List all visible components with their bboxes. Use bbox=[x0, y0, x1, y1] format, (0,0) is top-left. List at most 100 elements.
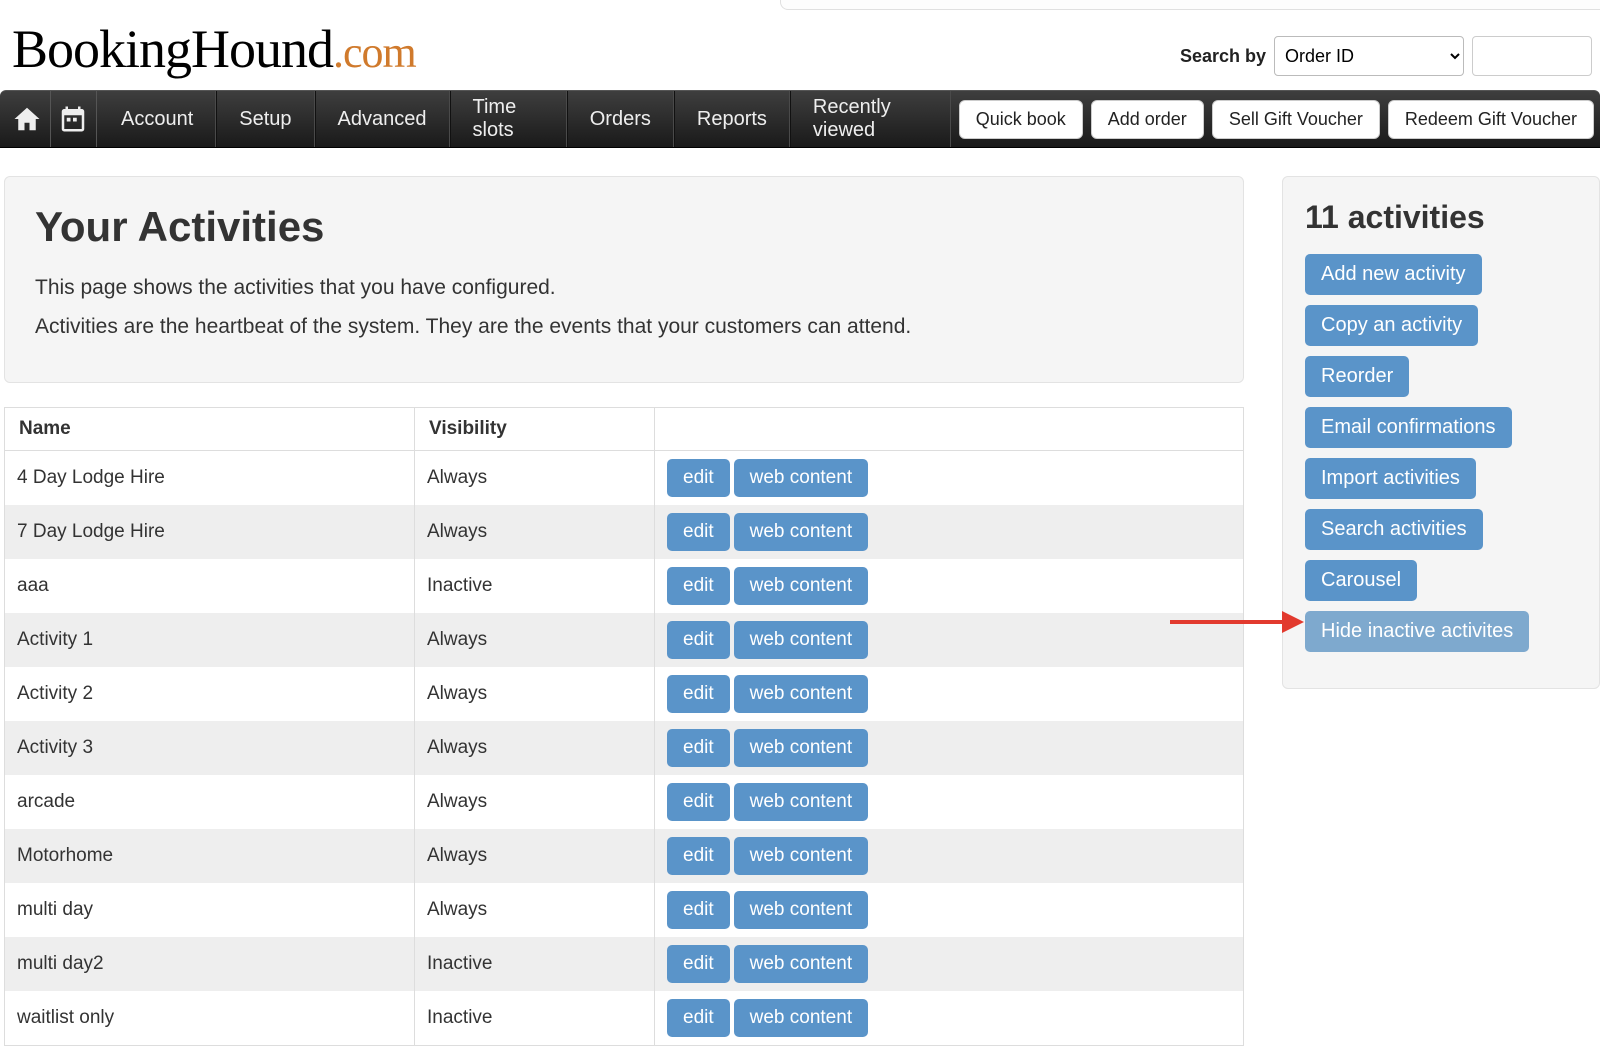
cell-visibility: Always bbox=[415, 667, 655, 721]
edit-button[interactable]: edit bbox=[667, 783, 730, 821]
logo-suffix: .com bbox=[333, 28, 416, 77]
cell-actions: editweb content bbox=[655, 721, 1244, 775]
cell-actions: editweb content bbox=[655, 775, 1244, 829]
web-content-button[interactable]: web content bbox=[734, 675, 868, 713]
table-row: waitlist onlyInactiveeditweb content bbox=[5, 991, 1244, 1046]
nav-item-account[interactable]: Account bbox=[99, 91, 216, 147]
main-column: Your Activities This page shows the acti… bbox=[4, 176, 1244, 1046]
web-content-button[interactable]: web content bbox=[734, 999, 868, 1037]
top-bar: BookingHound.com Search by Order ID bbox=[0, 0, 1600, 90]
table-row: arcadeAlwayseditweb content bbox=[5, 775, 1244, 829]
cell-name: waitlist only bbox=[5, 991, 415, 1046]
side-btn-hide-inactive-activites[interactable]: Hide inactive activites bbox=[1305, 611, 1529, 652]
edit-button[interactable]: edit bbox=[667, 567, 730, 605]
page-title: Your Activities bbox=[35, 203, 1213, 251]
nav-item-recently-viewed[interactable]: Recently viewed bbox=[790, 91, 951, 147]
edit-button[interactable]: edit bbox=[667, 729, 730, 767]
nav-item-setup[interactable]: Setup bbox=[216, 91, 314, 147]
side-btn-email-confirmations[interactable]: Email confirmations bbox=[1305, 407, 1512, 448]
cell-visibility: Always bbox=[415, 450, 655, 505]
table-row: aaaInactiveeditweb content bbox=[5, 559, 1244, 613]
cell-name: 4 Day Lodge Hire bbox=[5, 450, 415, 505]
web-content-button[interactable]: web content bbox=[734, 567, 868, 605]
side-btn-import-activities[interactable]: Import activities bbox=[1305, 458, 1476, 499]
web-content-button[interactable]: web content bbox=[734, 891, 868, 929]
web-content-button[interactable]: web content bbox=[734, 459, 868, 497]
edit-button[interactable]: edit bbox=[667, 891, 730, 929]
edit-button[interactable]: edit bbox=[667, 621, 730, 659]
table-row: MotorhomeAlways editweb content bbox=[5, 829, 1244, 883]
cell-actions: editweb content bbox=[655, 450, 1244, 505]
side-btn-carousel[interactable]: Carousel bbox=[1305, 560, 1417, 601]
cell-visibility: Always bbox=[415, 613, 655, 667]
cell-visibility: Always bbox=[415, 829, 655, 883]
nav-divider bbox=[96, 91, 97, 147]
intro-panel: Your Activities This page shows the acti… bbox=[4, 176, 1244, 383]
web-content-button[interactable]: web content bbox=[734, 729, 868, 767]
calendar-icon[interactable] bbox=[53, 98, 95, 140]
page-desc-2: Activities are the heartbeat of the syst… bbox=[35, 312, 1213, 341]
cell-actions: editweb content bbox=[655, 559, 1244, 613]
nav-divider bbox=[50, 91, 51, 147]
cell-actions: editweb content bbox=[655, 613, 1244, 667]
cell-visibility: Inactive bbox=[415, 559, 655, 613]
table-row: Activity 3Alwayseditweb content bbox=[5, 721, 1244, 775]
side-btn-reorder[interactable]: Reorder bbox=[1305, 356, 1409, 397]
search-input[interactable] bbox=[1472, 36, 1592, 76]
edit-button[interactable]: edit bbox=[667, 675, 730, 713]
side-btn-add-new-activity[interactable]: Add new activity bbox=[1305, 254, 1482, 295]
cell-actions: editweb content bbox=[655, 505, 1244, 559]
edit-button[interactable]: edit bbox=[667, 459, 730, 497]
content: Your Activities This page shows the acti… bbox=[0, 148, 1600, 1046]
cell-name: Activity 3 bbox=[5, 721, 415, 775]
top-shelf bbox=[780, 0, 1600, 10]
cell-name: Activity 2 bbox=[5, 667, 415, 721]
cell-name: Activity 1 bbox=[5, 613, 415, 667]
table-row: multi day2Inactiveeditweb content bbox=[5, 937, 1244, 991]
nav-action-redeem-gift-voucher[interactable]: Redeem Gift Voucher bbox=[1388, 100, 1594, 139]
side-heading: 11 activities bbox=[1305, 199, 1577, 236]
web-content-button[interactable]: web content bbox=[734, 513, 868, 551]
nav-action-add-order[interactable]: Add order bbox=[1091, 100, 1204, 139]
main-nav: AccountSetupAdvancedTime slotsOrdersRepo… bbox=[0, 90, 1600, 148]
nav-action-sell-gift-voucher[interactable]: Sell Gift Voucher bbox=[1212, 100, 1380, 139]
web-content-button[interactable]: web content bbox=[734, 621, 868, 659]
table-row: multi dayAlways editweb content bbox=[5, 883, 1244, 937]
col-header-actions bbox=[655, 407, 1244, 450]
cell-actions: editweb content bbox=[655, 937, 1244, 991]
side-btn-search-activities[interactable]: Search activities bbox=[1305, 509, 1483, 550]
cell-visibility: Always bbox=[415, 883, 655, 937]
web-content-button[interactable]: web content bbox=[734, 945, 868, 983]
edit-button[interactable]: edit bbox=[667, 513, 730, 551]
nav-item-time-slots[interactable]: Time slots bbox=[450, 91, 567, 147]
home-icon[interactable] bbox=[6, 98, 48, 140]
edit-button[interactable]: edit bbox=[667, 837, 730, 875]
cell-visibility: Always bbox=[415, 775, 655, 829]
table-row: Activity 1Alwayseditweb content bbox=[5, 613, 1244, 667]
web-content-button[interactable]: web content bbox=[734, 783, 868, 821]
cell-visibility: Always bbox=[415, 721, 655, 775]
nav-item-reports[interactable]: Reports bbox=[674, 91, 790, 147]
table-row: Activity 2Always editweb content bbox=[5, 667, 1244, 721]
page-desc-1: This page shows the activities that you … bbox=[35, 273, 1213, 302]
side-btn-copy-an-activity[interactable]: Copy an activity bbox=[1305, 305, 1478, 346]
col-header-visibility: Visibility bbox=[415, 407, 655, 450]
edit-button[interactable]: edit bbox=[667, 945, 730, 983]
cell-name: multi day bbox=[5, 883, 415, 937]
nav-action-quick-book[interactable]: Quick book bbox=[959, 100, 1083, 139]
logo-brand: BookingHound bbox=[12, 19, 333, 79]
search-by-select[interactable]: Order ID bbox=[1274, 36, 1464, 76]
cell-actions: editweb content bbox=[655, 991, 1244, 1046]
search-bar: Search by Order ID bbox=[1180, 36, 1592, 80]
table-row: 7 Day Lodge HireAlwayseditweb content bbox=[5, 505, 1244, 559]
edit-button[interactable]: edit bbox=[667, 999, 730, 1037]
cell-name: Motorhome bbox=[5, 829, 415, 883]
cell-name: arcade bbox=[5, 775, 415, 829]
table-header-row: Name Visibility bbox=[5, 407, 1244, 450]
cell-name: aaa bbox=[5, 559, 415, 613]
cell-visibility: Inactive bbox=[415, 991, 655, 1046]
web-content-button[interactable]: web content bbox=[734, 837, 868, 875]
activities-table: Name Visibility 4 Day Lodge HireAlwaysed… bbox=[4, 407, 1244, 1046]
nav-item-advanced[interactable]: Advanced bbox=[315, 91, 450, 147]
nav-item-orders[interactable]: Orders bbox=[567, 91, 674, 147]
